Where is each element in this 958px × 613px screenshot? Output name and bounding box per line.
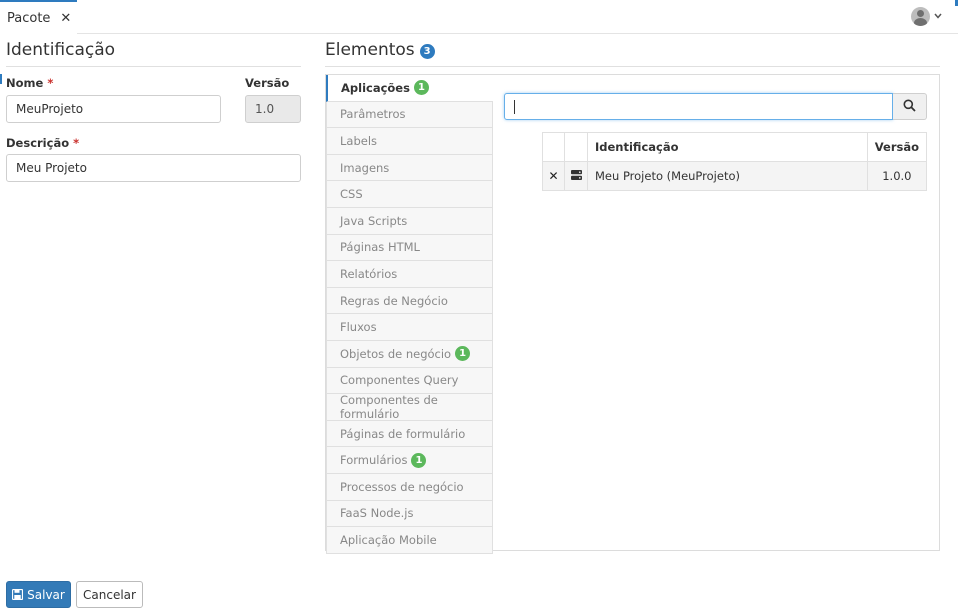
chevron-down-icon [934,12,942,22]
server-icon [570,170,582,180]
col-remove-header [542,132,565,162]
tab-label: Relatórios [340,266,398,281]
tab-label: Formulários [340,453,408,468]
tab-label: Páginas de formulário [340,426,466,441]
tab-faas-node-js[interactable]: FaaS Node.js [326,500,493,528]
tab-label: CSS [340,187,363,202]
description-field[interactable]: Meu Projeto [6,154,301,182]
search-icon [903,99,916,115]
cancel-button[interactable]: Cancelar [76,581,143,608]
floppy-disk-icon [12,589,24,600]
col-identification-header: Identificação [587,132,868,162]
save-button[interactable]: Salvar [6,581,71,608]
tab-label: FaaS Node.js [340,506,414,521]
tab-label: Parâmetros [340,107,406,122]
version-field-value: 1.0 [255,102,275,116]
table-header-row: Identificação Versão [542,132,928,162]
version-label: Versão [245,76,290,90]
tab-label: Componentes Query [340,373,459,388]
tab-label: Labels [340,133,378,148]
type-cell [564,161,588,191]
tab-labels[interactable]: Labels [326,128,493,155]
version-field: 1.0 [245,95,301,123]
tab-title: Pacote [7,10,51,26]
user-menu[interactable] [911,7,942,26]
tab-count-badge: 1 [413,80,429,96]
elements-divider [325,66,940,67]
col-version-header: Versão [866,132,928,162]
tab-label: Imagens [340,160,390,175]
tab-processos-de-negocio[interactable]: Processos de negócio [326,473,493,501]
tab-aplicacoes[interactable]: Aplicações 1 [326,75,493,102]
remove-cell: ✕ [542,161,565,191]
tab-label: Aplicações [341,80,410,95]
tab-fluxos[interactable]: Fluxos [326,314,493,341]
tab-objetos-de-negocio[interactable]: Objetos de negócio 1 [326,340,493,368]
tab-count-badge: 1 [411,452,427,468]
element-type-tabs: Aplicações 1 Parâmetros Labels Imagens CSS Jav… [326,75,493,554]
tab-relatorios[interactable]: Relatórios [326,261,493,288]
avatar [911,7,930,26]
remove-icon[interactable]: ✕ [548,169,558,183]
tab-label: Páginas HTML [340,240,420,255]
tab-java-scripts[interactable]: Java Scripts [326,207,493,235]
tab-aplicacao-mobile[interactable]: Aplicação Mobile [326,527,493,554]
tab-paginas-de-formulario[interactable]: Páginas de formulário [326,420,493,448]
search-button[interactable] [893,93,927,120]
elements-table: Identificação Versão ✕ Meu Projeto (MeuP… [542,132,928,191]
tab-count-badge: 1 [455,346,471,362]
top-tab-bar: Pacote ✕ [0,0,958,34]
table-row: ✕ Meu Projeto (MeuProjeto) 1.0.0 [542,161,928,191]
elements-panel: Aplicações 1 Parâmetros Labels Imagens CSS Jav… [325,74,940,554]
tab-label: Java Scripts [340,213,408,228]
close-icon[interactable]: ✕ [60,11,71,26]
elements-title: Elementos 3 [325,40,435,60]
tab-css[interactable]: CSS [326,181,493,208]
identification-cell: Meu Projeto (MeuProjeto) [587,161,868,191]
name-field-value: MeuProjeto [16,102,84,116]
name-field[interactable]: MeuProjeto [6,95,221,123]
description-label: Descrição * [6,136,80,150]
tab-label: Objetos de negócio [340,346,452,361]
col-type-header [564,132,588,162]
description-field-value: Meu Projeto [16,161,87,175]
tab-formularios[interactable]: Formulários 1 [326,447,493,474]
tab-label: Processos de negócio [340,479,464,494]
tab-componentes-query[interactable]: Componentes Query [326,367,493,395]
tab-label: Regras de Negócio [340,293,448,308]
version-cell: 1.0.0 [866,161,928,191]
identification-divider [6,66,301,67]
search-input[interactable] [504,93,893,120]
tab-componentes-de-formulario[interactable]: Componentes de formulário [326,392,493,421]
save-label: Salvar [27,587,65,602]
tab-label: Fluxos [340,320,377,335]
tab-label: Aplicação Mobile [340,532,437,547]
identification-title: Identificação [6,40,116,60]
tab-imagens[interactable]: Imagens [326,154,493,182]
name-label: Nome * [6,76,54,90]
tab-pacote[interactable]: Pacote ✕ [0,0,77,34]
tab-paginas-html[interactable]: Páginas HTML [326,234,493,262]
elements-count-badge: 3 [419,43,435,59]
tab-regras-de-negocio[interactable]: Regras de Negócio [326,287,493,315]
focus-marker [0,74,2,84]
tab-parametros[interactable]: Parâmetros [326,101,493,129]
tab-label: Componentes de formulário [340,392,438,421]
